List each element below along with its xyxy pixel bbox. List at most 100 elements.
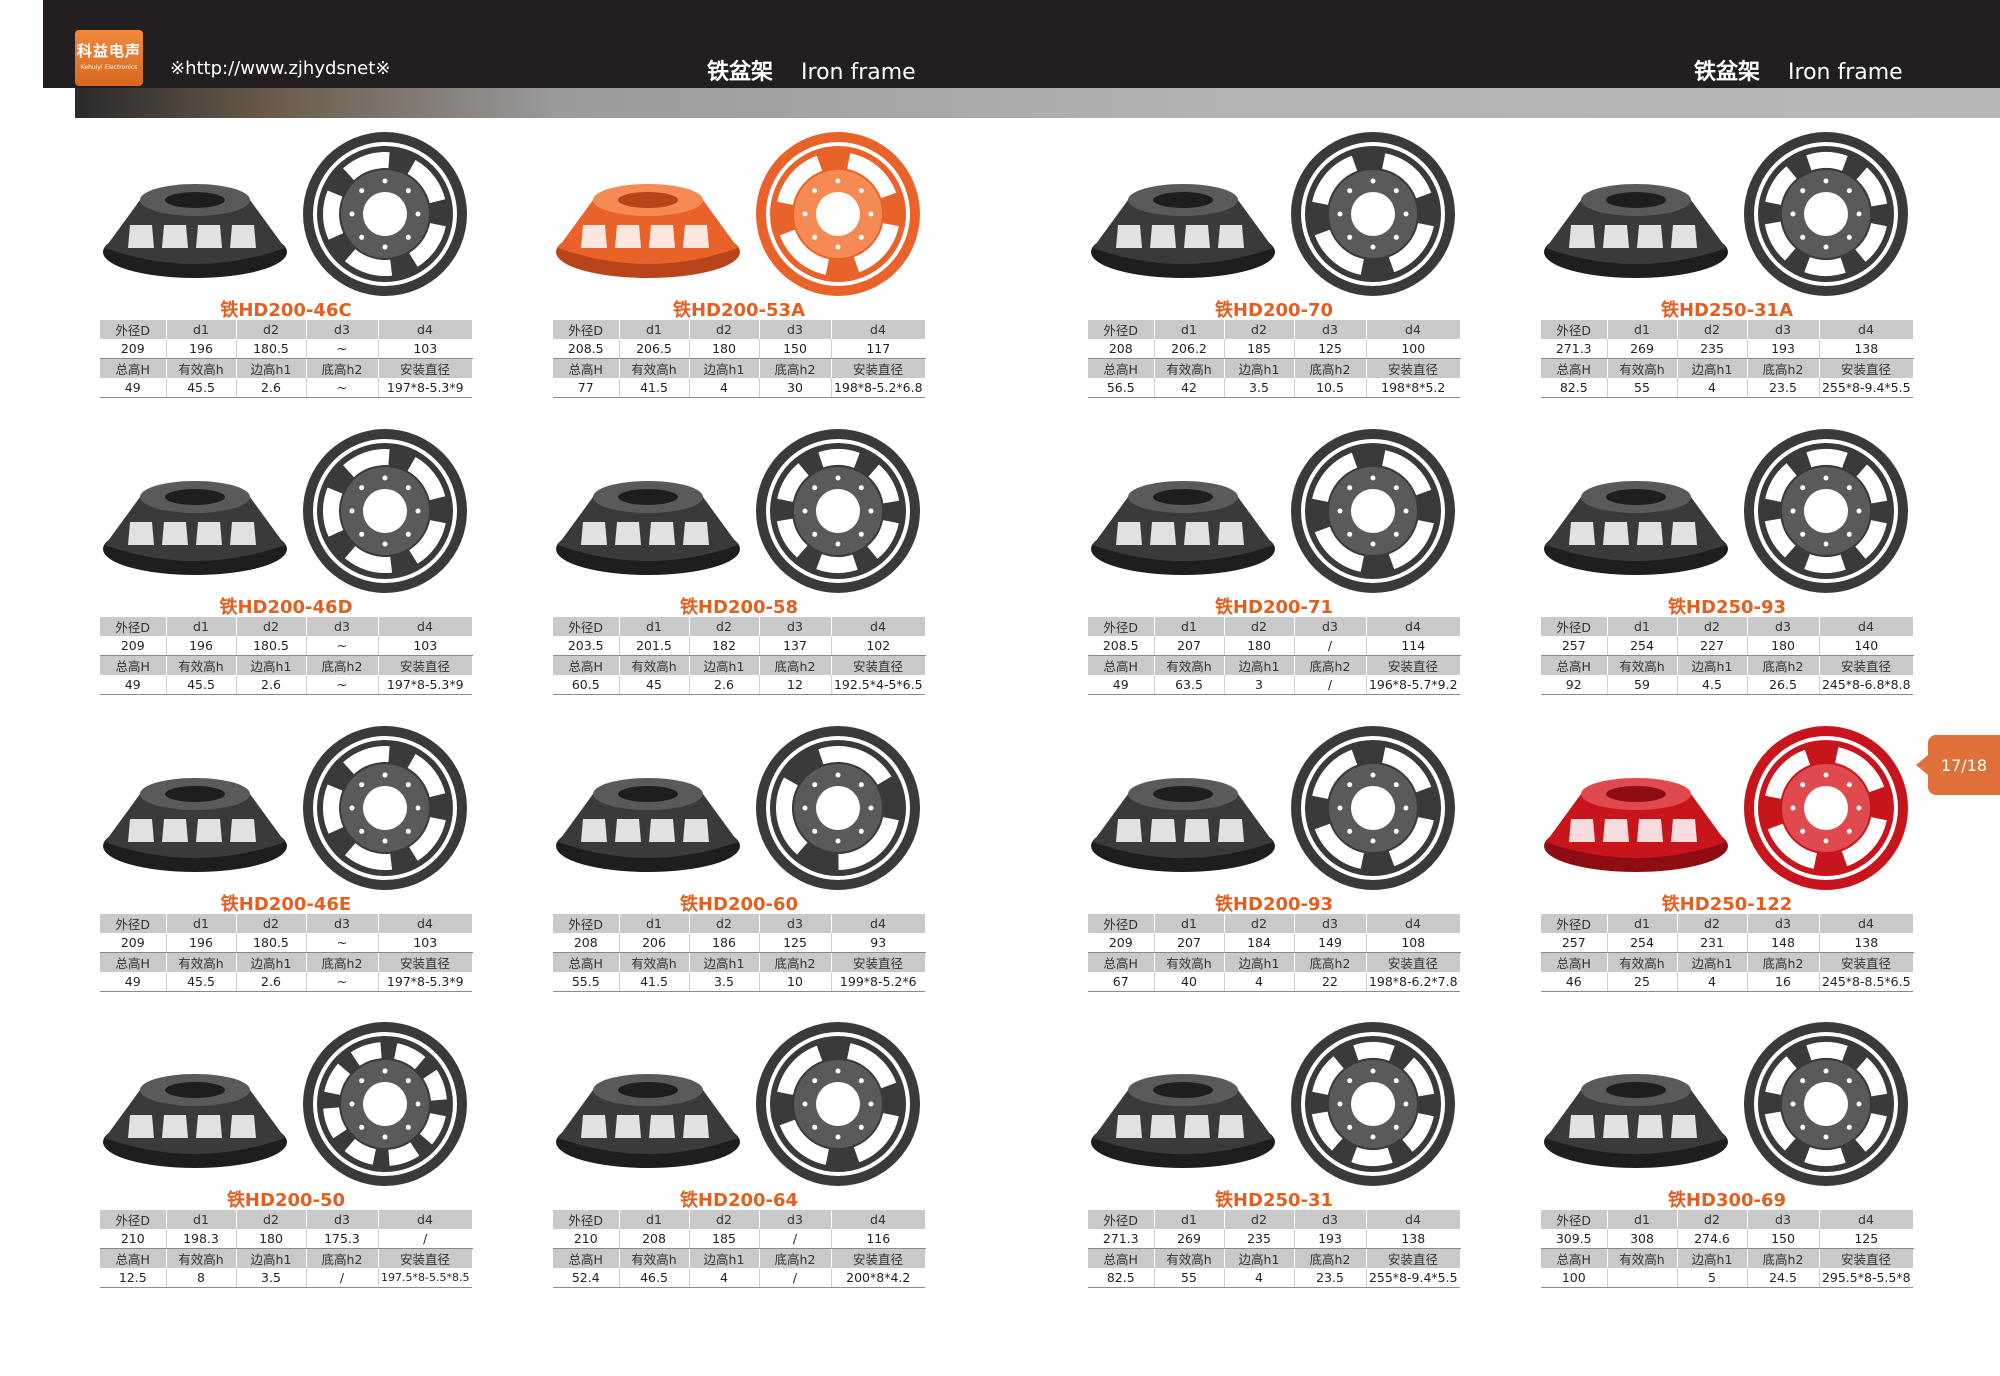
frame-side-view: [1544, 1074, 1728, 1168]
spec-label-cell: d2: [689, 1210, 760, 1229]
spec-header-row: 外径D d1 d2 d3 d4: [100, 320, 473, 339]
spec-header-row: 总高H 有效高h 边高h1 底高h2 安装直径: [553, 655, 926, 675]
spec-label-cell: 安装直径: [831, 655, 926, 675]
spec-value-cell: 2.6: [236, 378, 307, 398]
spec-value-cell: 49: [100, 972, 167, 992]
spec-value-row: 49 63.5 3/196*8-5.7*9.2: [1088, 675, 1460, 695]
spec-label-cell: 有效高h: [619, 952, 690, 972]
product-name: 铁HD250-31: [1214, 1190, 1334, 1211]
spec-label-cell: 外径D: [1541, 320, 1608, 339]
spec-label-cell: 底高h2: [1294, 655, 1367, 675]
spec-value-row: 209 196 180.5 ~103: [100, 339, 472, 359]
spec-header-row: 外径D d1 d2 d3 d4: [100, 914, 473, 933]
product-image: [556, 429, 920, 593]
frame-side-view: [103, 1074, 287, 1168]
frame-top-view: [1291, 132, 1455, 296]
spec-label-cell: d2: [1224, 1210, 1295, 1229]
product-name: 铁HD200-71: [1214, 597, 1334, 618]
company-logo[interactable]: 科益电声 Kehuiyi Electronics: [75, 30, 143, 86]
spec-value-cell: 208: [1088, 339, 1155, 359]
page-number-tab[interactable]: 17/18: [1916, 735, 2000, 795]
spec-value-cell: 197.5*8-5.5*8.5: [378, 1268, 472, 1288]
spec-value-cell: 209: [100, 636, 167, 656]
spec-value-cell: 93: [831, 933, 925, 953]
spec-value-cell: 45: [619, 675, 690, 695]
spec-value-cell: 138: [1366, 1229, 1460, 1249]
spec-value-cell: 55: [1607, 378, 1678, 398]
frame-top-view: [1744, 429, 1908, 593]
spec-header-row: 总高H 有效高h 边高h1 底高h2 安装直径: [553, 358, 926, 378]
spec-value-row: 271.3 269 235 193 138: [1088, 1229, 1460, 1249]
spec-label-cell: d1: [1607, 320, 1678, 339]
spec-label-cell: d4: [831, 914, 926, 933]
spec-label-cell: d1: [619, 914, 690, 933]
spec-value-row: 49 45.5 2.6 ~197*8-5.3*9: [100, 378, 472, 398]
spec-label-cell: d2: [1677, 914, 1748, 933]
spec-value-cell: 2.6: [689, 675, 760, 695]
spec-value-cell: ~: [306, 972, 379, 992]
spec-value-cell: 46: [1541, 972, 1608, 992]
spec-label-cell: d4: [1366, 1210, 1461, 1229]
spec-value-cell: 46.5: [619, 1268, 690, 1288]
spec-header-row: 外径D d1 d2 d3 d4: [100, 1210, 473, 1229]
product-name: 铁HD200-46D: [219, 597, 353, 618]
spec-label-cell: 安装直径: [1366, 655, 1461, 675]
spec-label-cell: d2: [1677, 320, 1748, 339]
product-image: [556, 1022, 920, 1186]
product-image: [1544, 132, 1908, 296]
product-image: [1091, 726, 1455, 890]
spec-label-cell: 安装直径: [1819, 952, 1914, 972]
spec-header-row: 总高H 有效高h 边高h1 底高h2 安装直径: [1088, 1248, 1461, 1268]
spec-value-row: 82.5 55 4 23.5 255*8-9.4*5.5: [1088, 1268, 1460, 1288]
spec-label-cell: 安装直径: [378, 358, 473, 378]
spec-label-cell: 底高h2: [759, 1248, 832, 1268]
spec-value-cell: 210: [100, 1229, 167, 1249]
spec-label-cell: 有效高h: [619, 1248, 690, 1268]
spec-value-cell: 24.5: [1747, 1268, 1820, 1288]
spec-value-cell: 197*8-5.3*9: [378, 675, 472, 695]
spec-value-cell: 26.5: [1747, 675, 1820, 695]
spec-value-cell: 274.6: [1677, 1229, 1748, 1249]
spec-value-cell: 197*8-5.3*9: [378, 972, 472, 992]
spec-table: 外径D d1 d2 d3 d4 209 196 180.5 ~103 总高H 有效高h 边高h1 底高h…: [100, 320, 473, 398]
spec-value-cell: 41.5: [619, 378, 690, 398]
spec-label-cell: d2: [689, 914, 760, 933]
spec-label-cell: d1: [1154, 1210, 1225, 1229]
frame-top-view: [303, 429, 467, 593]
frame-top-view: [303, 132, 467, 296]
spec-value-cell: /: [1294, 636, 1367, 656]
spec-label-cell: d3: [306, 914, 379, 933]
spec-label-cell: 外径D: [1088, 320, 1155, 339]
spec-value-cell: 103: [378, 933, 472, 953]
spec-value-row: 208 206.2 185 125 100: [1088, 339, 1460, 359]
spec-header-row: 总高H 有效高h 边高h1 底高h2 安装直径: [1088, 655, 1461, 675]
spec-header-row: 总高H 有效高h 边高h1 底高h2 安装直径: [1541, 1248, 1914, 1268]
spec-value-cell: 67: [1088, 972, 1155, 992]
spec-label-cell: 边高h1: [236, 655, 307, 675]
spec-value-cell: 52.4: [553, 1268, 620, 1288]
spec-value-cell: ~: [306, 339, 379, 359]
spec-table: 外径D d1 d2 d3 d4 209 196 180.5 ~103 总高H 有效高h 边高h1 底高h…: [100, 617, 473, 695]
spec-label-cell: 安装直径: [378, 655, 473, 675]
spec-label-cell: 总高H: [100, 358, 167, 378]
spec-value-cell: 184: [1224, 933, 1295, 953]
spec-value-cell: 197*8-5.3*9: [378, 378, 472, 398]
spec-value-cell: 269: [1607, 339, 1678, 359]
spec-value-row: 208 206 186 125 93: [553, 933, 925, 953]
spec-value-cell: 8: [166, 1268, 237, 1288]
website-url[interactable]: ※http://www.zjhydsnet※: [170, 58, 390, 79]
spec-value-cell: 2.6: [236, 972, 307, 992]
spec-label-cell: d4: [831, 320, 926, 339]
spec-label-cell: d3: [1294, 914, 1367, 933]
product-name: 铁HD200-58: [679, 597, 799, 618]
spec-value-cell: 207: [1154, 636, 1225, 656]
spec-value-cell: 23.5: [1747, 378, 1820, 398]
spec-label-cell: d2: [689, 617, 760, 636]
spec-label-cell: 总高H: [1541, 358, 1608, 378]
frame-side-view: [556, 778, 740, 872]
spec-value-cell: 196*8-5.7*9.2: [1366, 675, 1460, 695]
spec-label-cell: 安装直径: [1366, 358, 1461, 378]
spec-label-cell: 有效高h: [619, 358, 690, 378]
spec-table: 外径D d1 d2 d3 d4 208.5 207 180/114 总高H 有效高h 边高h1 底高h…: [1088, 617, 1461, 695]
spec-value-cell: 3.5: [236, 1268, 307, 1288]
